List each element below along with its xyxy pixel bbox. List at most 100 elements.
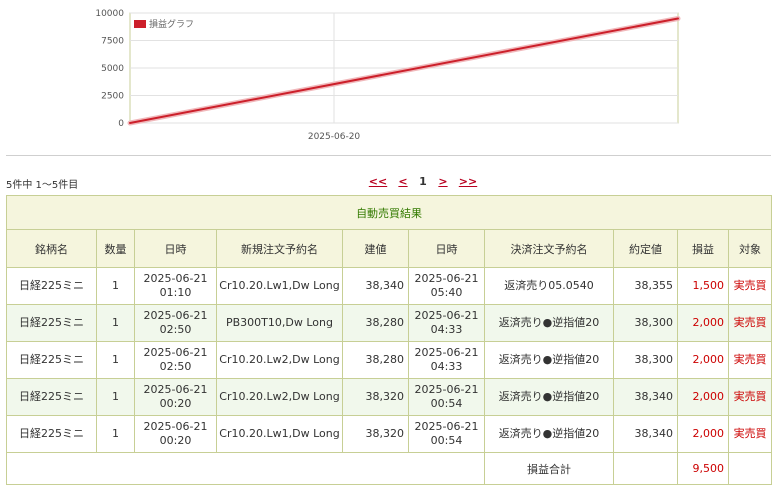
pager-prev[interactable]: <	[398, 175, 407, 188]
cell-exit-datetime: 2025-06-21 04:33	[408, 304, 485, 342]
column-header: 数量	[96, 229, 135, 268]
column-header: 建値	[342, 229, 409, 268]
x-tick-label: 2025-06-20	[308, 132, 361, 142]
y-tick-label: 0	[118, 119, 124, 129]
y-tick-label: 10000	[95, 9, 124, 19]
cell-symbol: 日経225ミニ	[6, 304, 97, 342]
cell-quantity: 1	[96, 304, 135, 342]
cell-entry-order-name: Cr10.20.Lw1,Dw Long	[216, 267, 343, 305]
cell-quantity: 1	[96, 341, 135, 379]
date-text: 2025-06-21	[414, 309, 479, 322]
cell-exit-order-name: 返済売り●逆指値20	[484, 415, 614, 453]
column-header: 損益	[677, 229, 729, 268]
cell-symbol: 日経225ミニ	[6, 378, 97, 416]
cell-exit-datetime: 2025-06-21 05:40	[408, 267, 485, 305]
cell-entry-datetime: 2025-06-21 02:50	[134, 304, 217, 342]
pl-chart: 0 2500 5000 7500 10000 2025-06-20 損益グラフ	[0, 0, 773, 150]
pagination: << < 1 > >>	[364, 175, 482, 188]
date-text: 2025-06-21	[414, 383, 479, 396]
cell-entry-datetime: 2025-06-21 01:10	[134, 267, 217, 305]
cell-target: 実売買	[727, 304, 773, 342]
result-count: 5件中 1〜5件目	[6, 180, 79, 191]
column-header: 新規注文予約名	[216, 229, 343, 268]
cell-quantity: 1	[96, 267, 135, 305]
legend-label: 損益グラフ	[149, 20, 195, 30]
cell-exit-order-name: 返済売り05.0540	[484, 267, 614, 305]
cell-entry-order-name: Cr10.20.Lw1,Dw Long	[216, 415, 343, 453]
cell-profit-loss: 2,000	[677, 378, 729, 416]
column-header: 日時	[408, 229, 485, 268]
chart-legend: 損益グラフ	[134, 17, 194, 30]
cell-exec-price: 38,300	[613, 304, 678, 342]
cell-exec-price: 38,340	[613, 378, 678, 416]
y-tick-label: 2500	[101, 92, 124, 102]
time-text: 05:40	[430, 286, 463, 299]
time-text: 00:54	[430, 434, 463, 447]
cell-exit-order-name: 返済売り●逆指値20	[484, 341, 614, 379]
time-text: 00:20	[159, 434, 192, 447]
column-header: 日時	[134, 229, 217, 268]
date-text: 2025-06-21	[143, 272, 208, 285]
table-header-row: 銘柄名 数量 日時 新規注文予約名 建値 日時 決済注文予約名 約定値 損益 対象	[6, 229, 773, 268]
pager-last[interactable]: >>	[459, 175, 477, 188]
cell-entry-datetime: 2025-06-21 02:50	[134, 341, 217, 379]
time-text: 01:10	[159, 286, 192, 299]
time-text: 00:20	[159, 397, 192, 410]
y-tick-label: 5000	[101, 64, 124, 74]
cell-exec-price: 38,340	[613, 415, 678, 453]
cell-entry-price: 38,340	[342, 267, 409, 305]
pager-current: 1	[419, 175, 427, 188]
total-spacer	[613, 452, 678, 485]
cell-symbol: 日経225ミニ	[6, 267, 97, 305]
total-value: 9,500	[677, 452, 729, 485]
pl-chart-svg: 0 2500 5000 7500 10000 2025-06-20	[95, 9, 681, 142]
date-text: 2025-06-21	[414, 346, 479, 359]
time-text: 04:33	[430, 360, 463, 373]
cell-target: 実売買	[727, 415, 773, 453]
time-text: 04:33	[430, 323, 463, 336]
cell-profit-loss: 2,000	[677, 341, 729, 379]
table-row: 日経225ミニ 1 2025-06-21 00:20 Cr10.20.Lw1,Dw Lo…	[6, 415, 773, 453]
cell-entry-price: 38,280	[342, 341, 409, 379]
cell-entry-price: 38,320	[342, 415, 409, 453]
date-text: 2025-06-21	[143, 309, 208, 322]
column-header: 対象	[727, 229, 773, 268]
cell-entry-price: 38,280	[342, 304, 409, 342]
cell-exec-price: 38,355	[613, 267, 678, 305]
date-text: 2025-06-21	[143, 420, 208, 433]
cell-target: 実売買	[727, 267, 773, 305]
column-header: 約定値	[613, 229, 678, 268]
cell-exit-datetime: 2025-06-21 04:33	[408, 341, 485, 379]
cell-entry-order-name: Cr10.20.Lw2,Dw Long	[216, 378, 343, 416]
cell-target: 実売買	[727, 378, 773, 416]
cell-exit-order-name: 返済売り●逆指値20	[484, 378, 614, 416]
column-header: 決済注文予約名	[484, 229, 614, 268]
date-text: 2025-06-21	[143, 346, 208, 359]
pager-next[interactable]: >	[438, 175, 447, 188]
time-text: 02:50	[159, 360, 192, 373]
time-text: 00:54	[430, 397, 463, 410]
cell-exec-price: 38,300	[613, 341, 678, 379]
cell-symbol: 日経225ミニ	[6, 341, 97, 379]
table-row: 日経225ミニ 1 2025-06-21 01:10 Cr10.20.Lw1,Dw Lo…	[6, 267, 773, 305]
auto-trade-result-table: 自動売買結果 銘柄名 数量 日時 新規注文予約名 建値 日時 決済注文予約名 約定値 損益 対象 …	[5, 195, 773, 485]
table-row: 日経225ミニ 1 2025-06-21 02:50 PB300T10,Dw Long 3…	[6, 304, 773, 342]
table-row: 日経225ミニ 1 2025-06-21 00:20 Cr10.20.Lw2,Dw Lo…	[6, 378, 773, 416]
legend-swatch	[134, 19, 146, 28]
table-row: 日経225ミニ 1 2025-06-21 02:50 Cr10.20.Lw2,Dw Lo…	[6, 341, 773, 379]
total-label: 損益合計	[484, 452, 614, 485]
date-text: 2025-06-21	[414, 272, 479, 285]
cell-entry-datetime: 2025-06-21 00:20	[134, 415, 217, 453]
cell-exit-order-name: 返済売り●逆指値20	[484, 304, 614, 342]
cell-entry-datetime: 2025-06-21 00:20	[134, 378, 217, 416]
pager-first[interactable]: <<	[369, 175, 387, 188]
table-title: 自動売買結果	[5, 195, 773, 230]
cell-profit-loss: 2,000	[677, 304, 729, 342]
cell-profit-loss: 1,500	[677, 267, 729, 305]
cell-symbol: 日経225ミニ	[6, 415, 97, 453]
cell-exit-datetime: 2025-06-21 00:54	[408, 415, 485, 453]
cell-target: 実売買	[727, 341, 773, 379]
cell-exit-datetime: 2025-06-21 00:54	[408, 378, 485, 416]
cell-entry-price: 38,320	[342, 378, 409, 416]
cell-quantity: 1	[96, 378, 135, 416]
